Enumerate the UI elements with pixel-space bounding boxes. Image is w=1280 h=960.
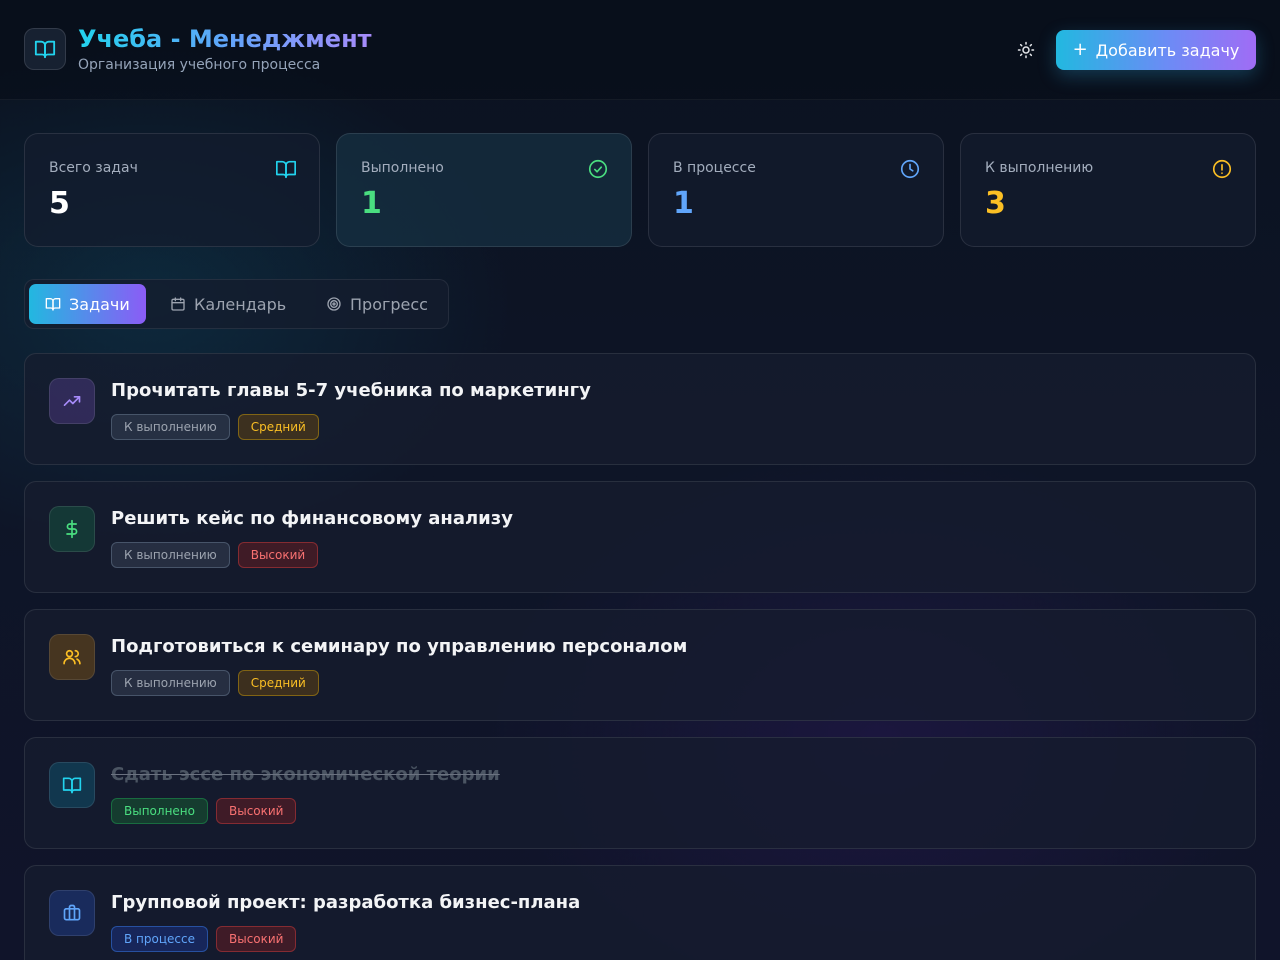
tab-label: Календарь xyxy=(194,294,287,314)
status-badge: Выполнено xyxy=(111,798,208,824)
view-tabs: Задачи Календарь Прогресс xyxy=(24,279,449,329)
task-title: Подготовиться к семинару по управлению п… xyxy=(111,636,688,657)
stat-card-in-progress: В процессе 1 xyxy=(648,133,944,247)
stat-label: К выполнению xyxy=(985,160,1094,176)
page-title: Учеба - Менеджмент xyxy=(78,25,372,53)
plus-icon: + xyxy=(1072,39,1088,60)
tab-label: Прогресс xyxy=(350,294,428,314)
task-card[interactable]: Решить кейс по финансовому анализу К вып… xyxy=(24,481,1256,593)
task-category-icon xyxy=(49,890,95,936)
users-icon xyxy=(63,649,81,665)
status-badge: К выполнению xyxy=(111,542,230,568)
theme-toggle-button[interactable] xyxy=(1010,34,1042,66)
priority-badge: Высокий xyxy=(237,542,319,568)
target-icon xyxy=(327,297,341,311)
task-category-icon xyxy=(49,762,95,808)
priority-badge: Высокий xyxy=(215,926,297,952)
add-task-button[interactable]: + Добавить задачу xyxy=(1056,30,1256,70)
book-icon xyxy=(34,40,56,59)
book-icon xyxy=(62,777,82,794)
stat-label: Всего задач xyxy=(49,160,138,176)
stat-value: 5 xyxy=(49,186,70,221)
dollar-icon xyxy=(66,519,78,539)
tab-label: Задачи xyxy=(69,294,130,314)
check-circle-icon xyxy=(588,159,608,179)
briefcase-icon xyxy=(63,904,81,921)
tab-progress[interactable]: Прогресс xyxy=(310,284,444,324)
trending-up-icon xyxy=(63,396,81,406)
task-card[interactable]: Подготовиться к семинару по управлению п… xyxy=(24,609,1256,721)
tab-tasks[interactable]: Задачи xyxy=(29,284,146,324)
task-card[interactable]: Прочитать главы 5-7 учебника по маркетин… xyxy=(24,353,1256,465)
status-badge: К выполнению xyxy=(111,670,230,696)
page-subtitle: Организация учебного процесса xyxy=(78,57,321,73)
task-title: Групповой проект: разработка бизнес-план… xyxy=(111,892,581,913)
stat-value: 1 xyxy=(361,186,382,221)
add-task-label: Добавить задачу xyxy=(1095,40,1240,60)
stat-card-total: Всего задач 5 xyxy=(24,133,320,247)
clock-icon xyxy=(900,159,920,179)
sun-icon xyxy=(1017,41,1035,59)
task-category-icon xyxy=(49,506,95,552)
stat-label: В процессе xyxy=(673,160,756,176)
alert-circle-icon xyxy=(1212,159,1232,179)
task-category-icon xyxy=(49,378,95,424)
priority-badge: Высокий xyxy=(215,798,297,824)
task-title: Прочитать главы 5-7 учебника по маркетин… xyxy=(111,380,591,401)
task-title: Решить кейс по финансовому анализу xyxy=(111,508,513,529)
task-card[interactable]: Групповой проект: разработка бизнес-план… xyxy=(24,865,1256,960)
task-title: Сдать эссе по экономической теории xyxy=(111,764,500,785)
status-badge: В процессе xyxy=(111,926,208,952)
stat-value: 3 xyxy=(985,186,1006,221)
stat-card-completed: Выполнено 1 xyxy=(336,133,632,247)
app-logo xyxy=(24,28,66,70)
tab-calendar[interactable]: Календарь xyxy=(154,284,302,324)
priority-badge: Средний xyxy=(237,414,319,440)
stat-label: Выполнено xyxy=(361,160,444,176)
stat-value: 1 xyxy=(673,186,694,221)
calendar-icon xyxy=(171,297,185,311)
stat-card-todo: К выполнению 3 xyxy=(960,133,1256,247)
status-badge: К выполнению xyxy=(111,414,230,440)
app-header: Учеба - Менеджмент Организация учебного … xyxy=(0,0,1280,100)
priority-badge: Средний xyxy=(237,670,319,696)
book-icon xyxy=(45,298,61,311)
task-card[interactable]: Сдать эссе по экономической теории Выпол… xyxy=(24,737,1256,849)
book-icon xyxy=(276,160,296,179)
task-category-icon xyxy=(49,634,95,680)
